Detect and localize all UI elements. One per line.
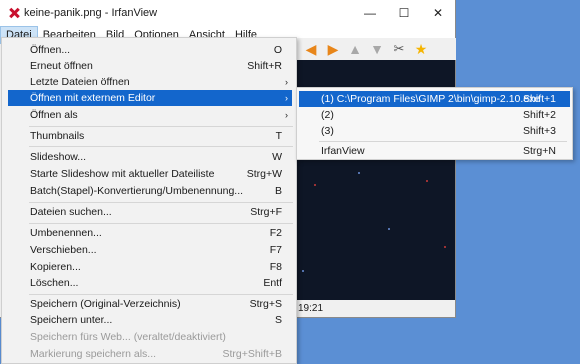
menu-item-shortcut: Shift+R (247, 60, 282, 72)
forward-arrow-icon[interactable]: ▶ (324, 40, 342, 58)
maximize-button[interactable]: ☐ (387, 0, 421, 26)
menu-item-speichern[interactable]: Speichern (Original-Verzeichnis) Strg+S (4, 296, 294, 312)
image-dot (426, 180, 428, 182)
down-arrow-icon[interactable]: ▼ (368, 40, 386, 58)
menu-item-shortcut: S (274, 314, 282, 326)
menu-item-speichern-web: Speichern fürs Web... (veraltet/deaktivi… (4, 329, 294, 345)
menu-separator (29, 294, 293, 295)
minimize-button[interactable]: — (353, 0, 387, 26)
menu-item-speichern-unter[interactable]: Speichern unter... S (4, 312, 294, 328)
menu-separator (29, 202, 293, 203)
menu-item-label: Starte Slideshow mit aktueller Dateilist… (30, 168, 215, 180)
menu-item-verschieben[interactable]: Verschieben... F7 (4, 242, 294, 258)
menu-item-label: Speichern unter... (30, 314, 113, 326)
menu-item-slideshow[interactable]: Slideshow... W (4, 149, 294, 165)
menu-item-shortcut: T (275, 130, 282, 142)
menu-item-thumbnails[interactable]: Thumbnails T (4, 128, 294, 144)
menu-item-label: Letzte Dateien öffnen (30, 76, 130, 88)
menu-item-shortcut: F8 (269, 261, 282, 273)
submenu-item-2[interactable]: (2) Shift+2 (299, 107, 570, 123)
submenu-item-3[interactable]: (3) Shift+3 (299, 123, 570, 139)
menu-item-erneut-oeffnen[interactable]: Erneut öffnen Shift+R (4, 58, 294, 74)
menu-item-label: Kopieren... (30, 261, 81, 273)
submenu-item-shortcut: Shift+2 (523, 109, 556, 121)
menu-item-shortcut: Entf (263, 277, 282, 289)
menu-item-letzte-dateien[interactable]: Letzte Dateien öffnen › (4, 74, 294, 90)
menu-item-shortcut: B (274, 185, 282, 197)
image-dot (444, 246, 446, 248)
menu-separator (29, 223, 293, 224)
menu-item-label: Öffnen als (30, 109, 78, 121)
menu-item-label: Öffnen mit externem Editor (30, 92, 156, 104)
menu-item-shortcut: Strg+S (249, 298, 282, 310)
menu-item-label: Verschieben... (30, 244, 97, 256)
menu-item-oeffnen-als[interactable]: Öffnen als › (4, 107, 294, 123)
menu-item-oeffnen[interactable]: Öffnen... O (4, 42, 294, 58)
submenu-arrow-icon: › (285, 93, 288, 103)
submenu-item-label: IrfanView (321, 145, 365, 157)
menu-item-shortcut: Strg+W (246, 168, 282, 180)
close-button[interactable]: ✕ (421, 0, 455, 26)
submenu-separator (319, 141, 567, 142)
image-dot (302, 270, 304, 272)
menu-item-dateien-suchen[interactable]: Dateien suchen... Strg+F (4, 204, 294, 220)
submenu-item-shortcut: Shift+3 (523, 125, 556, 137)
menu-item-label: Dateien suchen... (30, 206, 112, 218)
menu-item-label: Löschen... (30, 277, 79, 289)
menu-item-shortcut: O (273, 44, 282, 56)
status-bar: 19:21 (296, 300, 455, 317)
window-title: keine-panik.png - IrfanView (24, 7, 158, 19)
menu-item-shortcut: F2 (269, 227, 282, 239)
menu-item-label: Thumbnails (30, 130, 85, 142)
back-arrow-icon[interactable]: ◀ (302, 40, 320, 58)
menu-item-kopieren[interactable]: Kopieren... F8 (4, 259, 294, 275)
menu-item-label: Markierung speichern als... (30, 348, 157, 360)
menu-item-loeschen[interactable]: Löschen... Entf (4, 275, 294, 291)
submenu-item-label: (2) (321, 109, 334, 121)
menu-item-shortcut: Strg+F (250, 206, 282, 218)
menu-item-label: Batch(Stapel)-Konvertierung/Umbenennung.… (30, 185, 244, 197)
submenu-item-label: (3) (321, 125, 334, 137)
menu-item-label: Öffnen... (30, 44, 71, 56)
submenu-arrow-icon: › (285, 77, 288, 87)
menu-item-shortcut: F7 (269, 244, 282, 256)
up-arrow-icon[interactable]: ▲ (346, 40, 364, 58)
image-dot (388, 228, 390, 230)
menu-separator (29, 146, 293, 147)
irfanview-logo-icon (8, 7, 20, 19)
favorite-star-icon[interactable]: ★ (412, 40, 430, 58)
toolbar: ◀ ▶ ▲ ▼ ✂ ★ (296, 38, 456, 60)
external-editor-submenu: (1) C:\Program Files\GIMP 2\bin\gimp-2.1… (296, 87, 573, 160)
datei-dropdown-menu: Öffnen... O Erneut öffnen Shift+R Letzte… (1, 37, 297, 364)
title-bar: keine-panik.png - IrfanView — ☐ ✕ (0, 0, 455, 26)
menu-item-label: Erneut öffnen (30, 60, 93, 72)
window-controls: — ☐ ✕ (353, 0, 455, 26)
submenu-item-shortcut: Shift+1 (523, 93, 556, 105)
image-dot (314, 184, 316, 186)
menu-item-label: Slideshow... (30, 151, 87, 163)
menu-item-umbenennen[interactable]: Umbenennen... F2 (4, 225, 294, 241)
submenu-item-gimp[interactable]: (1) C:\Program Files\GIMP 2\bin\gimp-2.1… (299, 91, 570, 107)
submenu-arrow-icon: › (285, 110, 288, 120)
submenu-item-irfanview[interactable]: IrfanView Strg+N (299, 143, 570, 159)
menu-item-label: Speichern (Original-Verzeichnis) (30, 298, 181, 310)
submenu-item-label: (1) C:\Program Files\GIMP 2\bin\gimp-2.1… (321, 93, 541, 105)
menu-item-markierung-speichern: Markierung speichern als... Strg+Shift+B (4, 346, 294, 362)
image-dot (358, 172, 360, 174)
menu-item-label: Speichern fürs Web... (veraltet/deaktivi… (30, 331, 226, 343)
menu-item-starte-slideshow[interactable]: Starte Slideshow mit aktueller Dateilist… (4, 166, 294, 182)
menu-item-shortcut: Strg+Shift+B (222, 348, 282, 360)
status-time: 19:21 (298, 303, 324, 314)
menu-item-externer-editor[interactable]: Öffnen mit externem Editor › (8, 90, 292, 106)
menu-item-shortcut: W (272, 151, 282, 163)
menu-item-label: Umbenennen... (30, 227, 102, 239)
menu-item-batch[interactable]: Batch(Stapel)-Konvertierung/Umbenennung.… (4, 183, 294, 199)
tools-icon[interactable]: ✂ (390, 40, 408, 58)
menu-separator (29, 126, 293, 127)
submenu-item-shortcut: Strg+N (523, 145, 556, 157)
